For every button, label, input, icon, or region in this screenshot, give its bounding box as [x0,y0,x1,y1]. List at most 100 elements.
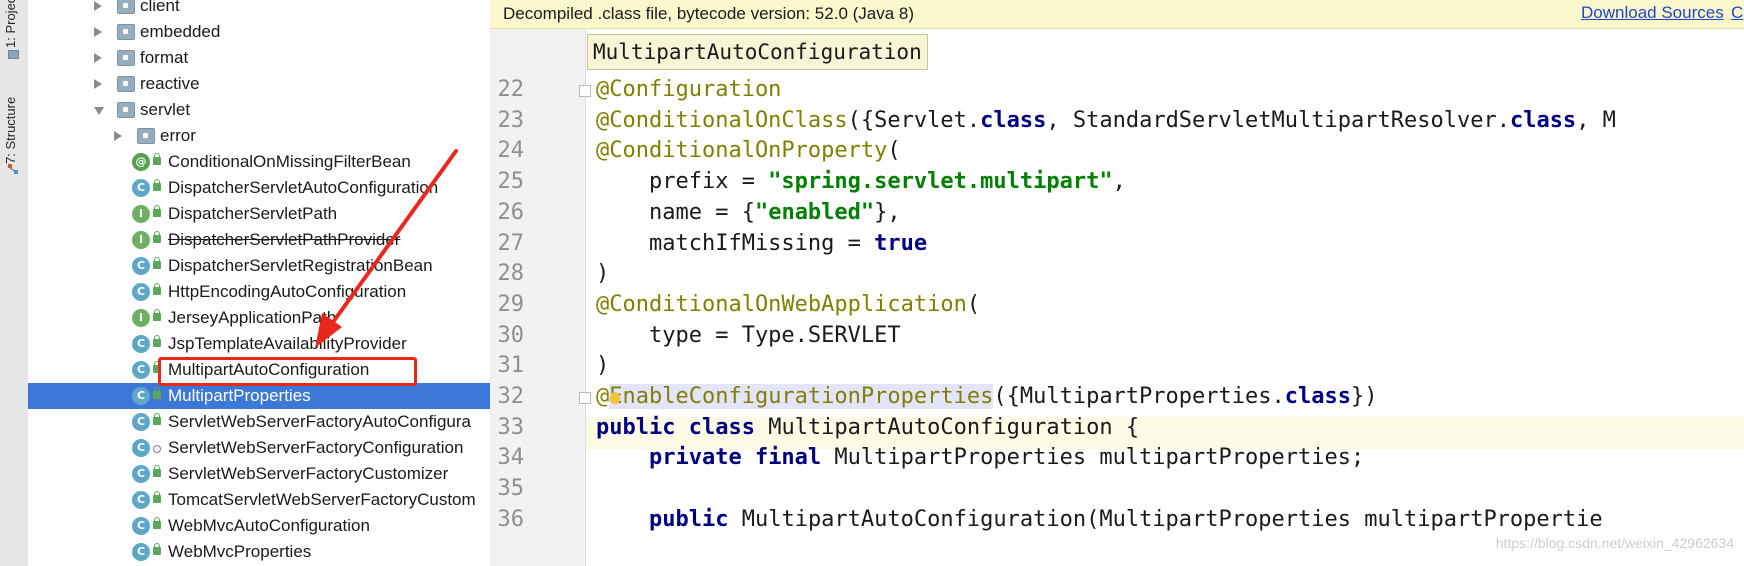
project-tree[interactable]: client embedded format reactive servlet error… [28,0,491,566]
code-line[interactable]: @ConditionalOnProperty( [596,138,901,163]
tree-item[interactable]: C TomcatServletWebServerFactoryCustom [28,487,490,513]
collapsed-arrow-icon[interactable] [94,79,102,89]
code-line[interactable]: @EnableConfigurationProperties({Multipar… [596,384,1378,409]
tree-item-label: ConditionalOnMissingFilterBean [168,152,411,171]
code-line[interactable]: private final MultipartProperties multip… [596,445,1364,470]
class-icon: C [132,257,150,275]
class-icon: C [132,387,150,405]
code-line[interactable]: @ConditionalOnClass({Servlet.class, Stan… [596,108,1616,133]
breadcrumb-class-name[interactable]: MultipartAutoConfiguration [587,34,928,70]
public-access-icon [153,387,161,399]
code-token: , [1112,169,1126,195]
tree-item[interactable]: format [28,45,490,71]
tree-item-label: DispatcherServletPathProvider [168,230,401,249]
line-number: 32 [497,384,525,409]
code-line[interactable]: @ConditionalOnWebApplication( [596,292,980,317]
public-access-icon [153,335,161,347]
class-icon: C [132,491,150,509]
code-token: class [1284,384,1351,409]
tree-item[interactable]: C DispatcherServletAutoConfiguration [28,175,490,201]
public-access-icon [153,517,161,529]
code-line[interactable]: matchIfMissing = true [596,231,927,256]
tree-item-label: DispatcherServletRegistrationBean [168,256,433,275]
project-folder-icon [8,50,19,59]
tree-item[interactable]: I DispatcherServletPathProvider [28,227,490,253]
download-sources-link[interactable]: Download Sources [1581,3,1724,23]
code-token: @ConditionalOnClass [596,107,848,133]
code-line[interactable]: prefix = "spring.servlet.multipart", [596,169,1126,194]
code-token: ( [887,138,901,164]
code-token: MultipartAutoConfiguration { [754,414,1140,440]
code-token: }, [874,199,901,225]
tree-item[interactable]: C ServletWebServerFactoryConfiguration [28,435,490,461]
code-token: @ [596,384,610,409]
tree-item[interactable]: C MultipartProperties [28,383,490,409]
tree-item-label: MultipartProperties [168,386,311,405]
code-line[interactable]: ) [596,353,609,378]
code-line[interactable]: public MultipartAutoConfiguration(Multip… [596,507,1603,532]
package-icon [117,50,135,66]
class-icon: C [132,543,150,561]
tree-item[interactable]: servlet [28,97,490,123]
tree-item[interactable]: C WebMvcProperties [28,539,490,565]
structure-tool-tab[interactable]: 7: Structure [0,84,28,174]
lightbulb-icon[interactable] [610,392,620,404]
public-access-icon [153,413,161,425]
code-line[interactable]: type = Type.SERVLET [596,323,901,348]
line-number: 26 [497,199,525,225]
tree-item[interactable]: I DispatcherServletPath [28,201,490,227]
tree-item[interactable]: C ServletWebServerFactoryCustomizer [28,461,490,487]
public-access-icon [153,179,161,191]
tree-item[interactable]: reactive [28,71,490,97]
fold-marker-icon[interactable] [579,392,591,404]
line-number-gutter[interactable]: 22 23 24 25 26 27 28 29 30 31 32 33 34 35 36 [490,29,591,566]
tree-item[interactable]: embedded [28,19,490,45]
code-editor[interactable]: Decompiled .class file, bytecode version… [490,0,1744,566]
class-icon: C [132,361,150,379]
collapsed-arrow-icon[interactable] [94,53,102,63]
code-token: @ConditionalOnWebApplication [596,291,967,317]
tree-item-label: ServletWebServerFactoryCustomizer [168,464,449,483]
public-access-icon [153,153,161,165]
tree-item[interactable]: @ ConditionalOnMissingFilterBean [28,149,490,175]
choose-sources-link[interactable]: C [1731,3,1743,23]
code-line[interactable]: public class MultipartAutoConfiguration … [596,415,1139,440]
red-highlight-box [158,357,417,386]
code-line[interactable]: name = {"enabled"}, [596,200,901,225]
code-token: "enabled" [754,199,875,225]
tree-item[interactable]: C HttpEncodingAutoConfiguration [28,279,490,305]
tree-item[interactable]: I JerseyApplicationPath [28,305,490,331]
tree-item[interactable]: C JspTemplateAvailabilityProvider [28,331,490,357]
package-icon [117,76,135,92]
line-number: 34 [497,445,525,471]
code-token: class [1509,107,1577,133]
collapsed-arrow-icon[interactable] [94,1,102,11]
collapsed-arrow-icon[interactable] [114,131,122,141]
code-token: prefix = [596,169,769,195]
tree-item[interactable]: client [28,0,490,19]
class-icon: C [132,335,150,353]
public-access-icon [153,257,161,269]
fold-marker-icon[interactable] [579,85,591,97]
class-icon: C [132,439,150,457]
tree-item[interactable]: C WebMvcAutoConfiguration [28,513,490,539]
code-line[interactable]: @Configuration [596,77,781,102]
code-token: , StandardServletMultipartResolver. [1046,107,1510,133]
class-icon: C [132,283,150,301]
code-token: ( [966,291,981,317]
collapsed-arrow-icon[interactable] [94,27,102,37]
tree-item-label: JerseyApplicationPath [168,308,337,327]
code-line[interactable]: ) [596,261,609,286]
code-token: MultipartProperties multipartProperties; [821,445,1365,471]
tree-item[interactable]: C DispatcherServletRegistrationBean [28,253,490,279]
line-number: 35 [497,476,525,502]
public-access-icon [153,283,161,295]
expanded-arrow-icon[interactable] [94,107,104,115]
interface-icon: I [132,309,150,327]
tree-item[interactable]: C ServletWebServerFactoryAutoConfigura [28,409,490,435]
code-token: true [874,230,928,256]
project-tool-tab[interactable]: 1: Project [0,0,28,62]
tree-item[interactable]: error [28,123,490,149]
code-token: ) [596,261,610,287]
